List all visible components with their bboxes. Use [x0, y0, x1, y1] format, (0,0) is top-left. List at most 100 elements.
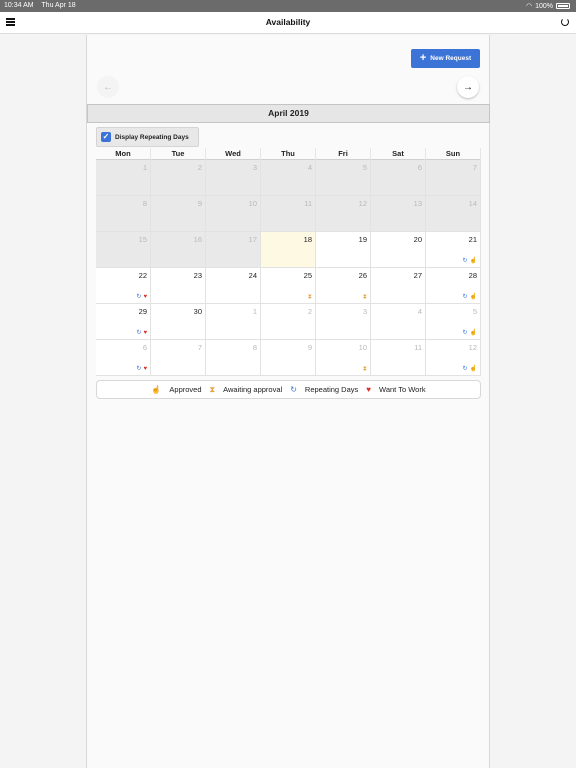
day-cell[interactable]: 25 ⧗: [261, 268, 316, 304]
new-request-label: New Request: [430, 55, 472, 62]
checkbox-checked-icon[interactable]: ✓: [101, 132, 111, 142]
weekday-label: Sat: [371, 148, 426, 160]
repeat-icon: ↻: [290, 385, 297, 394]
day-cell[interactable]: 5 ↻ ☝: [426, 304, 481, 340]
day-cell[interactable]: 29 ↻ ♥: [96, 304, 151, 340]
day-number: 21: [468, 235, 477, 244]
day-number: 5: [472, 307, 477, 316]
weekday-label: Sun: [426, 148, 481, 160]
day-cell[interactable]: 6 ↻ ♥: [96, 340, 151, 376]
new-request-button[interactable]: + New Request: [411, 49, 480, 68]
day-cell[interactable]: 24: [206, 268, 261, 304]
day-number: 12: [358, 199, 367, 208]
display-repeating-days-toggle[interactable]: ✓ Display Repeating Days: [96, 127, 199, 147]
day-cell[interactable]: 21 ↻ ☝: [426, 232, 481, 268]
day-status-icons: ⧗: [363, 294, 367, 301]
legend: ☝ Approved ⧗ Awaiting approval ↻ Repeating Da…: [96, 380, 481, 399]
page-title: Availability: [265, 17, 311, 27]
status-time: 10:34 AM: [4, 2, 34, 9]
day-cell[interactable]: 26 ⧗: [316, 268, 371, 304]
repeat-toggle-label: Display Repeating Days: [115, 133, 189, 141]
day-cell[interactable]: 10: [206, 196, 261, 232]
day-cell[interactable]: 8: [96, 196, 151, 232]
previous-month-button[interactable]: ←: [97, 76, 119, 98]
day-cell[interactable]: 6: [371, 160, 426, 196]
thumbs-up-icon: ☝: [469, 366, 477, 372]
day-cell[interactable]: 2: [261, 304, 316, 340]
day-number: 20: [413, 235, 422, 244]
day-number: 1: [252, 307, 257, 316]
hourglass-icon: ⧗: [362, 366, 367, 372]
day-cell[interactable]: 4: [371, 304, 426, 340]
heart-icon: ♥: [143, 330, 147, 336]
day-number: 6: [142, 343, 147, 352]
day-cell[interactable]: 12: [316, 196, 371, 232]
repeat-icon: ↻: [136, 330, 142, 336]
day-cell[interactable]: 16: [151, 232, 206, 268]
day-number: 7: [197, 343, 202, 352]
day-number: 11: [304, 199, 312, 208]
refresh-icon[interactable]: [561, 18, 569, 26]
calendar-grid: 1 2 3 4 5 6 7 8 9 10 11 12 13 14 15 16 17 18 19 20 21 ↻ ☝ 22 ↻ ♥ 2…: [96, 160, 481, 376]
legend-item: ☝ Approved: [151, 385, 201, 394]
day-cell[interactable]: 11: [371, 340, 426, 376]
weekday-header: Mon Tue Wed Thu Fri Sat Sun: [96, 148, 481, 160]
day-cell[interactable]: 11: [261, 196, 316, 232]
legend-item: ♥ Want To Work: [366, 385, 425, 394]
day-cell[interactable]: 22 ↻ ♥: [96, 268, 151, 304]
legend-label: Want To Work: [379, 385, 426, 394]
day-number: 16: [193, 235, 202, 244]
day-cell[interactable]: 9: [151, 196, 206, 232]
day-cell[interactable]: 3: [206, 160, 261, 196]
day-number: 27: [413, 271, 422, 280]
day-number: 23: [193, 271, 202, 280]
heart-icon: ♥: [143, 294, 147, 300]
day-cell[interactable]: 7: [426, 160, 481, 196]
day-number: 7: [472, 163, 477, 172]
day-number: 9: [197, 199, 202, 208]
day-cell[interactable]: 1: [206, 304, 261, 340]
day-cell[interactable]: 30: [151, 304, 206, 340]
heart-icon: ♥: [143, 366, 147, 372]
day-cell[interactable]: 9: [261, 340, 316, 376]
day-number: 29: [138, 307, 147, 316]
day-cell[interactable]: 23: [151, 268, 206, 304]
day-number: 9: [307, 343, 312, 352]
next-month-button[interactable]: →: [457, 76, 479, 98]
day-cell[interactable]: 20: [371, 232, 426, 268]
repeat-icon: ↻: [462, 330, 468, 336]
day-status-icons: ↻ ☝: [462, 330, 477, 337]
day-number: 19: [358, 235, 367, 244]
day-cell[interactable]: 4: [261, 160, 316, 196]
day-number: 5: [362, 163, 367, 172]
day-cell[interactable]: 13: [371, 196, 426, 232]
day-cell[interactable]: 1: [96, 160, 151, 196]
day-cell-today[interactable]: 18: [261, 232, 316, 268]
day-cell[interactable]: 12 ↻ ☝: [426, 340, 481, 376]
day-cell[interactable]: 28 ↻ ☝: [426, 268, 481, 304]
day-cell[interactable]: 27: [371, 268, 426, 304]
day-number: 26: [358, 271, 367, 280]
day-cell[interactable]: 3: [316, 304, 371, 340]
day-cell[interactable]: 8: [206, 340, 261, 376]
day-cell[interactable]: 17: [206, 232, 261, 268]
hourglass-icon: ⧗: [209, 384, 216, 394]
day-cell[interactable]: 15: [96, 232, 151, 268]
day-cell[interactable]: 19: [316, 232, 371, 268]
day-status-icons: ↻ ☝: [462, 366, 477, 373]
day-cell[interactable]: 10 ⧗: [316, 340, 371, 376]
day-cell[interactable]: 14: [426, 196, 481, 232]
day-number: 13: [413, 199, 422, 208]
day-cell[interactable]: 2: [151, 160, 206, 196]
day-number: 15: [138, 235, 147, 244]
day-number: 10: [358, 343, 367, 352]
day-cell[interactable]: 5: [316, 160, 371, 196]
repeat-icon: ↻: [462, 366, 468, 372]
day-cell[interactable]: 7: [151, 340, 206, 376]
battery-label: 100%: [535, 2, 553, 10]
day-number: 2: [307, 307, 312, 316]
status-bar: 10:34 AM Thu Apr 18 ◠ 100%: [0, 0, 576, 12]
day-status-icons: ↻ ♥: [136, 330, 147, 337]
day-number: 28: [468, 271, 477, 280]
arrow-right-icon: →: [463, 81, 473, 93]
